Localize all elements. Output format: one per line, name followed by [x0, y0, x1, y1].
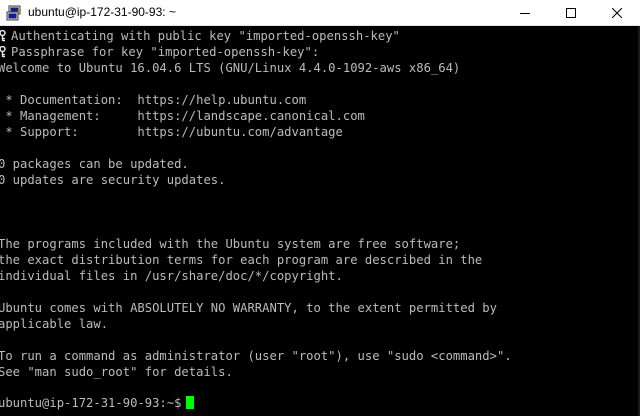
window-title: ubuntu@ip-172-31-90-93: ~	[28, 5, 176, 19]
title-bar[interactable]: ubuntu@ip-172-31-90-93: ~	[0, 0, 640, 26]
terminal-line: * Management: https://landscape.canonica…	[0, 109, 365, 123]
terminal-line: 0 updates are security updates.	[0, 173, 226, 187]
close-icon	[612, 8, 622, 18]
terminal-line: * Support: https://ubuntu.com/advantage	[0, 125, 343, 139]
shell-prompt: ubuntu@ip-172-31-90-93:~$	[0, 396, 182, 410]
terminal-line: applicable law.	[0, 317, 109, 331]
minimize-icon	[520, 13, 530, 14]
putty-app-icon[interactable]	[6, 5, 22, 21]
terminal-output[interactable]: Authenticating with public key "imported…	[0, 26, 640, 416]
terminal-line: The programs included with the Ubuntu sy…	[0, 237, 461, 251]
close-button[interactable]	[594, 0, 640, 26]
terminal-line: Ubuntu comes with ABSOLUTELY NO WARRANTY…	[0, 301, 497, 315]
terminal-line: 0 packages can be updated.	[0, 157, 189, 171]
key-icon	[0, 46, 6, 58]
minimize-button[interactable]	[502, 0, 548, 26]
shell-prompt-line[interactable]: ubuntu@ip-172-31-90-93:~$	[0, 395, 195, 411]
terminal-line: See "man sudo_root" for details.	[0, 365, 233, 379]
terminal-line: the exact distribution terms for each pr…	[0, 253, 483, 267]
terminal-line: Welcome to Ubuntu 16.04.6 LTS (GNU/Linux…	[0, 61, 461, 75]
terminal-window: ubuntu@ip-172-31-90-93: ~ Authenticating…	[0, 0, 640, 416]
key-icon	[0, 30, 6, 42]
terminal-line: Authenticating with public key "imported…	[0, 28, 400, 44]
maximize-button[interactable]	[548, 0, 594, 26]
terminal-line: individual files in /usr/share/doc/*/cop…	[0, 269, 343, 283]
terminal-line: Passphrase for key "imported-openssh-key…	[0, 44, 319, 60]
terminal-line: * Documentation: https://help.ubuntu.com	[0, 93, 307, 107]
terminal-line: To run a command as administrator (user …	[0, 349, 512, 363]
maximize-icon	[566, 8, 576, 18]
text-cursor	[186, 396, 195, 409]
